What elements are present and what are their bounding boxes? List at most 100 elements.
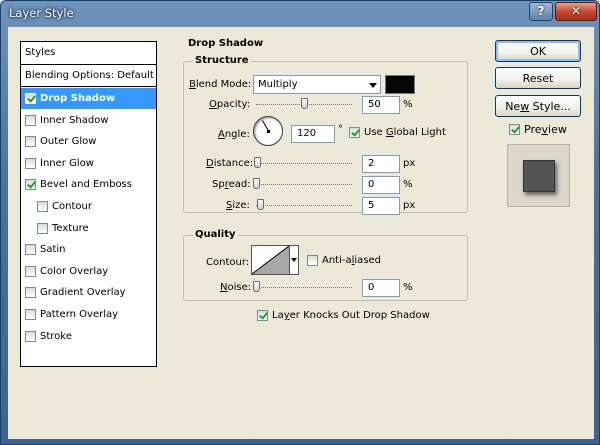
- blending-options-item[interactable]: Blending Options: Default: [21, 65, 156, 87]
- slider-track: [256, 184, 352, 185]
- style-item-satin[interactable]: Satin: [21, 239, 156, 260]
- ok-button[interactable]: OK: [495, 40, 581, 62]
- slider-thumb[interactable]: [253, 281, 260, 292]
- style-item-label: Contour: [52, 201, 92, 212]
- checkbox-icon[interactable]: [37, 201, 48, 212]
- style-item-texture[interactable]: Texture: [21, 218, 156, 239]
- noise-slider[interactable]: [253, 281, 352, 292]
- noise-unit: %: [403, 282, 413, 293]
- style-item-contour[interactable]: Contour: [21, 196, 156, 217]
- drop-shadow-section-title: Drop Shadow: [186, 38, 266, 49]
- close-icon: ✕: [570, 4, 582, 18]
- style-item-inner-shadow[interactable]: Inner Shadow: [21, 110, 156, 131]
- checkbox-icon: [307, 255, 318, 266]
- style-item-label: Inner Glow: [40, 157, 94, 169]
- angle-label: Angle:: [218, 129, 250, 140]
- dialog-client-area: Styles Blending Options: Default Drop Sh…: [8, 27, 594, 439]
- chevron-down-icon: [369, 83, 377, 88]
- style-item-label: Drop Shadow: [40, 93, 116, 104]
- close-button[interactable]: ✕: [555, 2, 597, 21]
- use-global-light-checkbox[interactable]: Use Global Light: [349, 127, 446, 138]
- contour-picker[interactable]: [251, 245, 290, 275]
- distance-slider[interactable]: [253, 157, 352, 168]
- checkbox-icon[interactable]: [25, 93, 36, 104]
- new-style-button[interactable]: New Style...: [495, 95, 581, 117]
- reset-button[interactable]: Reset: [495, 67, 581, 89]
- style-item-label: Satin: [40, 244, 66, 256]
- noise-label: Noise:: [220, 282, 252, 293]
- blend-mode-select[interactable]: Multiply: [253, 75, 381, 94]
- spread-label: Spread:: [212, 179, 251, 190]
- style-item-label: Pattern Overlay: [40, 309, 119, 320]
- help-icon: ?: [537, 4, 545, 18]
- styles-header[interactable]: Styles: [21, 42, 156, 65]
- noise-input[interactable]: 0: [362, 279, 400, 297]
- checkbox-icon[interactable]: [25, 265, 36, 277]
- angle-input[interactable]: 120: [291, 125, 335, 143]
- checkbox-icon: [509, 124, 520, 135]
- shadow-color-swatch[interactable]: [385, 75, 415, 94]
- slider-thumb[interactable]: [301, 98, 308, 109]
- style-item-label: Gradient Overlay: [40, 287, 126, 299]
- style-item-label: Bevel and Emboss: [40, 179, 132, 191]
- window-title: Layer Style: [9, 6, 74, 20]
- style-item-label: Color Overlay: [40, 265, 109, 277]
- size-label: Size:: [226, 200, 250, 211]
- style-item-bevel-and-emboss[interactable]: Bevel and Emboss: [21, 174, 156, 195]
- styles-list: Styles Blending Options: Default Drop Sh…: [20, 41, 157, 367]
- slider-thumb[interactable]: [253, 157, 261, 168]
- spread-slider[interactable]: [253, 178, 352, 189]
- help-button[interactable]: ?: [529, 2, 553, 21]
- style-item-pattern-overlay[interactable]: Pattern Overlay: [21, 304, 156, 325]
- style-item-inner-glow[interactable]: Inner Glow: [21, 153, 156, 174]
- style-item-stroke[interactable]: Stroke: [21, 326, 156, 347]
- contour-dropdown-button[interactable]: [290, 245, 299, 275]
- checkbox-icon[interactable]: [25, 244, 36, 256]
- blend-mode-label: Blend Mode:: [189, 79, 252, 90]
- slider-thumb[interactable]: [253, 178, 260, 189]
- size-slider[interactable]: [256, 199, 352, 210]
- distance-unit: px: [403, 158, 416, 169]
- distance-input[interactable]: 2: [362, 155, 400, 173]
- preview-checkbox[interactable]: Preview: [509, 123, 567, 136]
- size-input[interactable]: 5: [362, 197, 400, 215]
- opacity-slider[interactable]: [256, 98, 352, 109]
- preview-label: Preview: [524, 123, 567, 136]
- slider-track: [256, 287, 352, 288]
- checkbox-icon[interactable]: [25, 179, 36, 191]
- slider-track: [256, 205, 352, 206]
- angle-dial[interactable]: [253, 116, 283, 146]
- slider-track: [256, 163, 352, 164]
- style-preview-thumbnail: [507, 144, 570, 207]
- checkbox-icon[interactable]: [25, 136, 36, 148]
- style-item-label: Texture: [52, 222, 89, 234]
- slider-thumb[interactable]: [256, 199, 264, 210]
- title-bar[interactable]: Layer Style ? ✕: [1, 1, 599, 27]
- angle-unit: °: [338, 124, 343, 135]
- checkbox-icon[interactable]: [25, 309, 36, 320]
- checkbox-icon[interactable]: [37, 222, 48, 234]
- spread-unit: %: [403, 179, 413, 190]
- layer-knocks-out-checkbox[interactable]: Layer Knocks Out Drop Shadow: [257, 310, 430, 321]
- style-item-drop-shadow[interactable]: Drop Shadow: [21, 88, 156, 109]
- distance-label: Distance:: [206, 158, 254, 169]
- style-item-color-overlay[interactable]: Color Overlay: [21, 261, 156, 282]
- spread-input[interactable]: 0: [362, 176, 400, 194]
- anti-aliased-checkbox[interactable]: Anti-aliased: [307, 255, 381, 266]
- checkbox-icon[interactable]: [25, 287, 36, 299]
- contour-label: Contour:: [206, 257, 250, 268]
- use-global-light-label: Use Global Light: [364, 127, 446, 138]
- checkbox-icon[interactable]: [25, 330, 36, 342]
- style-item-outer-glow[interactable]: Outer Glow: [21, 131, 156, 152]
- anti-aliased-label: Anti-aliased: [322, 255, 382, 266]
- style-item-gradient-overlay[interactable]: Gradient Overlay: [21, 282, 156, 303]
- structure-title: Structure: [193, 55, 251, 66]
- opacity-unit: %: [403, 99, 413, 110]
- style-item-label: Outer Glow: [40, 136, 97, 148]
- dial-hub: [267, 130, 270, 133]
- checkbox-icon[interactable]: [25, 157, 36, 169]
- size-unit: px: [403, 200, 416, 211]
- checkbox-icon[interactable]: [25, 114, 36, 126]
- style-item-label: Inner Shadow: [40, 114, 109, 126]
- opacity-input[interactable]: 50: [362, 96, 400, 114]
